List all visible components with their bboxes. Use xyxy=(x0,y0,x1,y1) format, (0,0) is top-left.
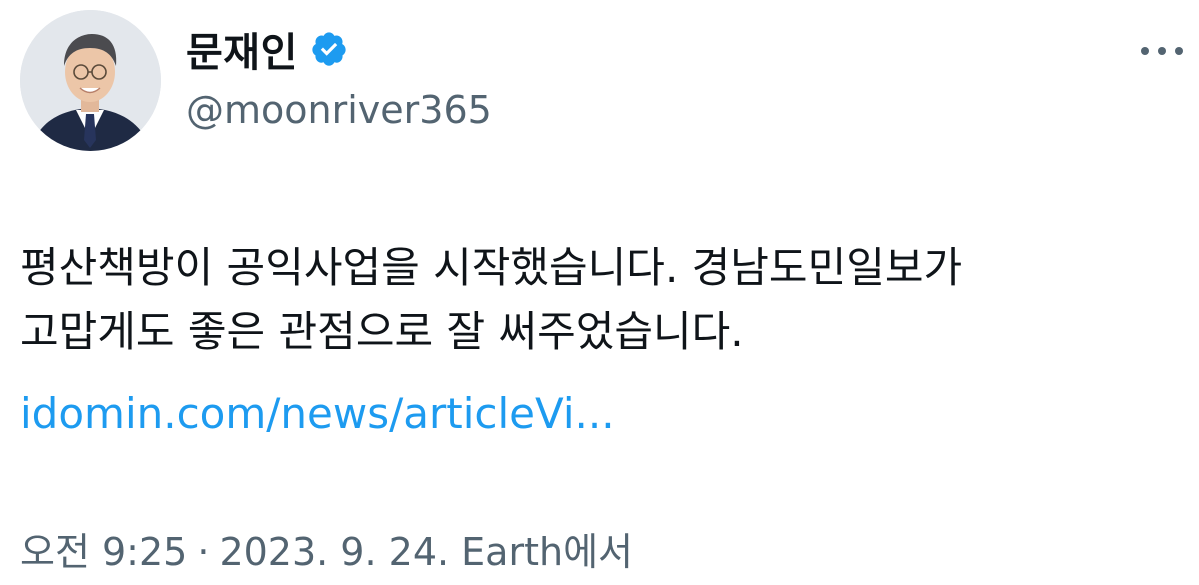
tweet-meta: 오전 9:25 · 2023. 9. 24. Earth에서 xyxy=(20,524,633,580)
tweet-text-line: 평산책방이 공익사업을 시작했습니다. 경남도민일보가 xyxy=(20,243,963,292)
more-horizontal-icon xyxy=(1141,47,1183,55)
author-name-row: 문재인 xyxy=(186,22,348,76)
tweet-text-line: 고맙게도 좋은 관점으로 잘 써주었습니다. xyxy=(20,307,744,356)
meta-separator: · xyxy=(197,530,210,574)
author-name[interactable]: 문재인 xyxy=(186,20,298,78)
avatar[interactable] xyxy=(20,10,161,151)
tweet-date[interactable]: 2023. 9. 24. xyxy=(219,530,449,574)
tweet-source: Earth에서 xyxy=(461,530,633,574)
author-handle[interactable]: @moonriver365 xyxy=(186,88,492,132)
verified-badge-icon xyxy=(310,30,348,68)
article-link[interactable]: idomin.com/news/articleVi... xyxy=(20,386,615,442)
more-options-button[interactable] xyxy=(1139,36,1185,66)
tweet-text: 평산책방이 공익사업을 시작했습니다. 경남도민일보가 고맙게도 좋은 관점으로… xyxy=(20,236,1180,364)
profile-photo-icon xyxy=(20,10,161,151)
tweet-card: 문재인 @moonriver365 평산책방이 공익사업을 시작했습니다. 경남… xyxy=(0,0,1199,585)
tweet-time[interactable]: 오전 9:25 xyxy=(20,530,187,574)
